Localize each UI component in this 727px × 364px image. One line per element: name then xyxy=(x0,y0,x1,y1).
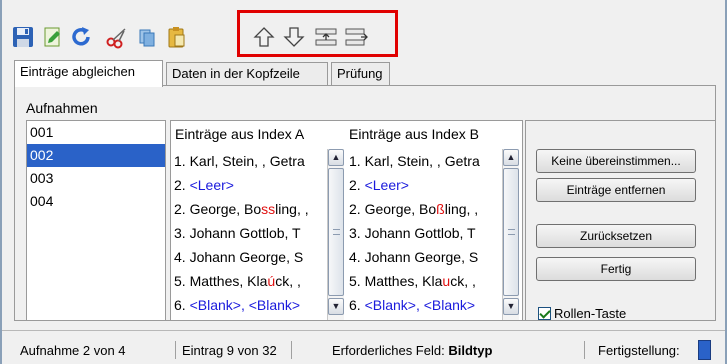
status-bar: Aufnahme 2 von 4 Eintrag 9 von 32 Erford… xyxy=(2,330,725,364)
paste-icon[interactable] xyxy=(164,24,190,50)
status-completion-label: Fertigstellung: xyxy=(598,343,680,358)
index-a-header: Einträge aus Index A xyxy=(175,126,305,142)
aufnahmen-label: Aufnahmen xyxy=(26,100,98,116)
checkbox-label: Rollen-Taste xyxy=(554,306,627,321)
rollen-taste-checkbox[interactable]: Rollen-Taste xyxy=(538,306,626,321)
index-entry[interactable]: 4. Johann George, S xyxy=(171,245,326,269)
index-entry[interactable]: 5. Matthes, Klaúck, , xyxy=(171,269,326,293)
index-entry[interactable]: 2. George, Boßling, , xyxy=(346,197,501,221)
index-entry[interactable]: 2. George, Bossling, , xyxy=(171,197,326,221)
tab-daten-kopfzeile[interactable]: Daten in der Kopfzeile xyxy=(166,62,328,86)
index-entry[interactable]: 2. <Leer> xyxy=(346,173,501,197)
index-entry[interactable]: 5. Matthes, Klauck, , xyxy=(346,269,501,293)
index-entry[interactable]: 3. Johann Gottlob, T xyxy=(171,221,326,245)
index-entry[interactable]: 1. Karl, Stein, , Getra xyxy=(346,149,501,173)
index-entry[interactable]: 7. <Blank>, <Blank> xyxy=(346,317,501,320)
status-entry: Eintrag 9 von 32 xyxy=(182,343,277,358)
scroll-thumb[interactable] xyxy=(503,168,519,296)
index-entry[interactable]: 6. <Blank>, <Blank> xyxy=(346,293,501,317)
index-a-list[interactable]: 1. Karl, Stein, , Getra 2. <Leer> 2. Georg… xyxy=(171,149,326,320)
done-button[interactable]: Fertig xyxy=(536,257,696,281)
index-entry[interactable]: 7. <Blank>, <Blank> xyxy=(171,317,326,320)
list-item[interactable]: 001 xyxy=(27,121,165,144)
copy-icon[interactable] xyxy=(134,24,160,50)
index-b-list[interactable]: 1. Karl, Stein, , Getra 2. <Leer> 2. Georg… xyxy=(346,149,501,320)
scroll-thumb[interactable] xyxy=(328,168,344,296)
aufnahmen-list[interactable]: 001 002 003 004 xyxy=(26,120,166,320)
list-item-selected[interactable]: 002 xyxy=(27,144,165,167)
status-record: Aufnahme 2 von 4 xyxy=(20,343,126,358)
remove-entries-button[interactable]: Einträge entfernen xyxy=(536,178,696,202)
refresh-icon[interactable] xyxy=(68,24,94,50)
tab-pruefung[interactable]: Prüfung xyxy=(331,62,390,86)
reset-button[interactable]: Zurücksetzen xyxy=(536,224,696,248)
scroll-down-icon[interactable]: ▼ xyxy=(328,298,344,315)
save-icon[interactable] xyxy=(10,24,36,50)
action-panel: Keine übereinstimmen... Einträge entfern… xyxy=(525,120,716,321)
scroll-up-icon[interactable]: ▲ xyxy=(328,149,344,166)
completion-indicator xyxy=(698,340,711,360)
highlight-box xyxy=(237,10,398,57)
no-match-button[interactable]: Keine übereinstimmen... xyxy=(536,149,696,173)
index-a-scrollbar[interactable]: ▲ ▼ xyxy=(327,149,344,320)
list-item[interactable]: 004 xyxy=(27,190,165,213)
index-entry[interactable]: 6. <Blank>, <Blank> xyxy=(171,293,326,317)
index-entry[interactable]: 1. Karl, Stein, , Getra xyxy=(171,149,326,173)
index-b-scrollbar[interactable]: ▲ ▼ xyxy=(502,149,519,320)
edit-document-icon[interactable] xyxy=(40,24,66,50)
index-entry[interactable]: 3. Johann Gottlob, T xyxy=(346,221,501,245)
status-required-field: Erforderliches Feld: Bildtyp xyxy=(332,343,493,358)
cut-icon[interactable] xyxy=(104,24,130,50)
scroll-down-icon[interactable]: ▼ xyxy=(503,298,519,315)
index-entry[interactable]: 4. Johann George, S xyxy=(346,245,501,269)
checkbox-checked-icon[interactable] xyxy=(538,307,551,320)
index-entry[interactable]: 2. <Leer> xyxy=(171,173,326,197)
scroll-up-icon[interactable]: ▲ xyxy=(503,149,519,166)
index-b-header: Einträge aus Index B xyxy=(349,126,479,142)
index-compare-panel: Einträge aus Index A Einträge aus Index … xyxy=(170,120,523,320)
tab-eintraege-abgleichen[interactable]: Einträge abgleichen xyxy=(14,60,163,87)
list-item[interactable]: 003 xyxy=(27,167,165,190)
